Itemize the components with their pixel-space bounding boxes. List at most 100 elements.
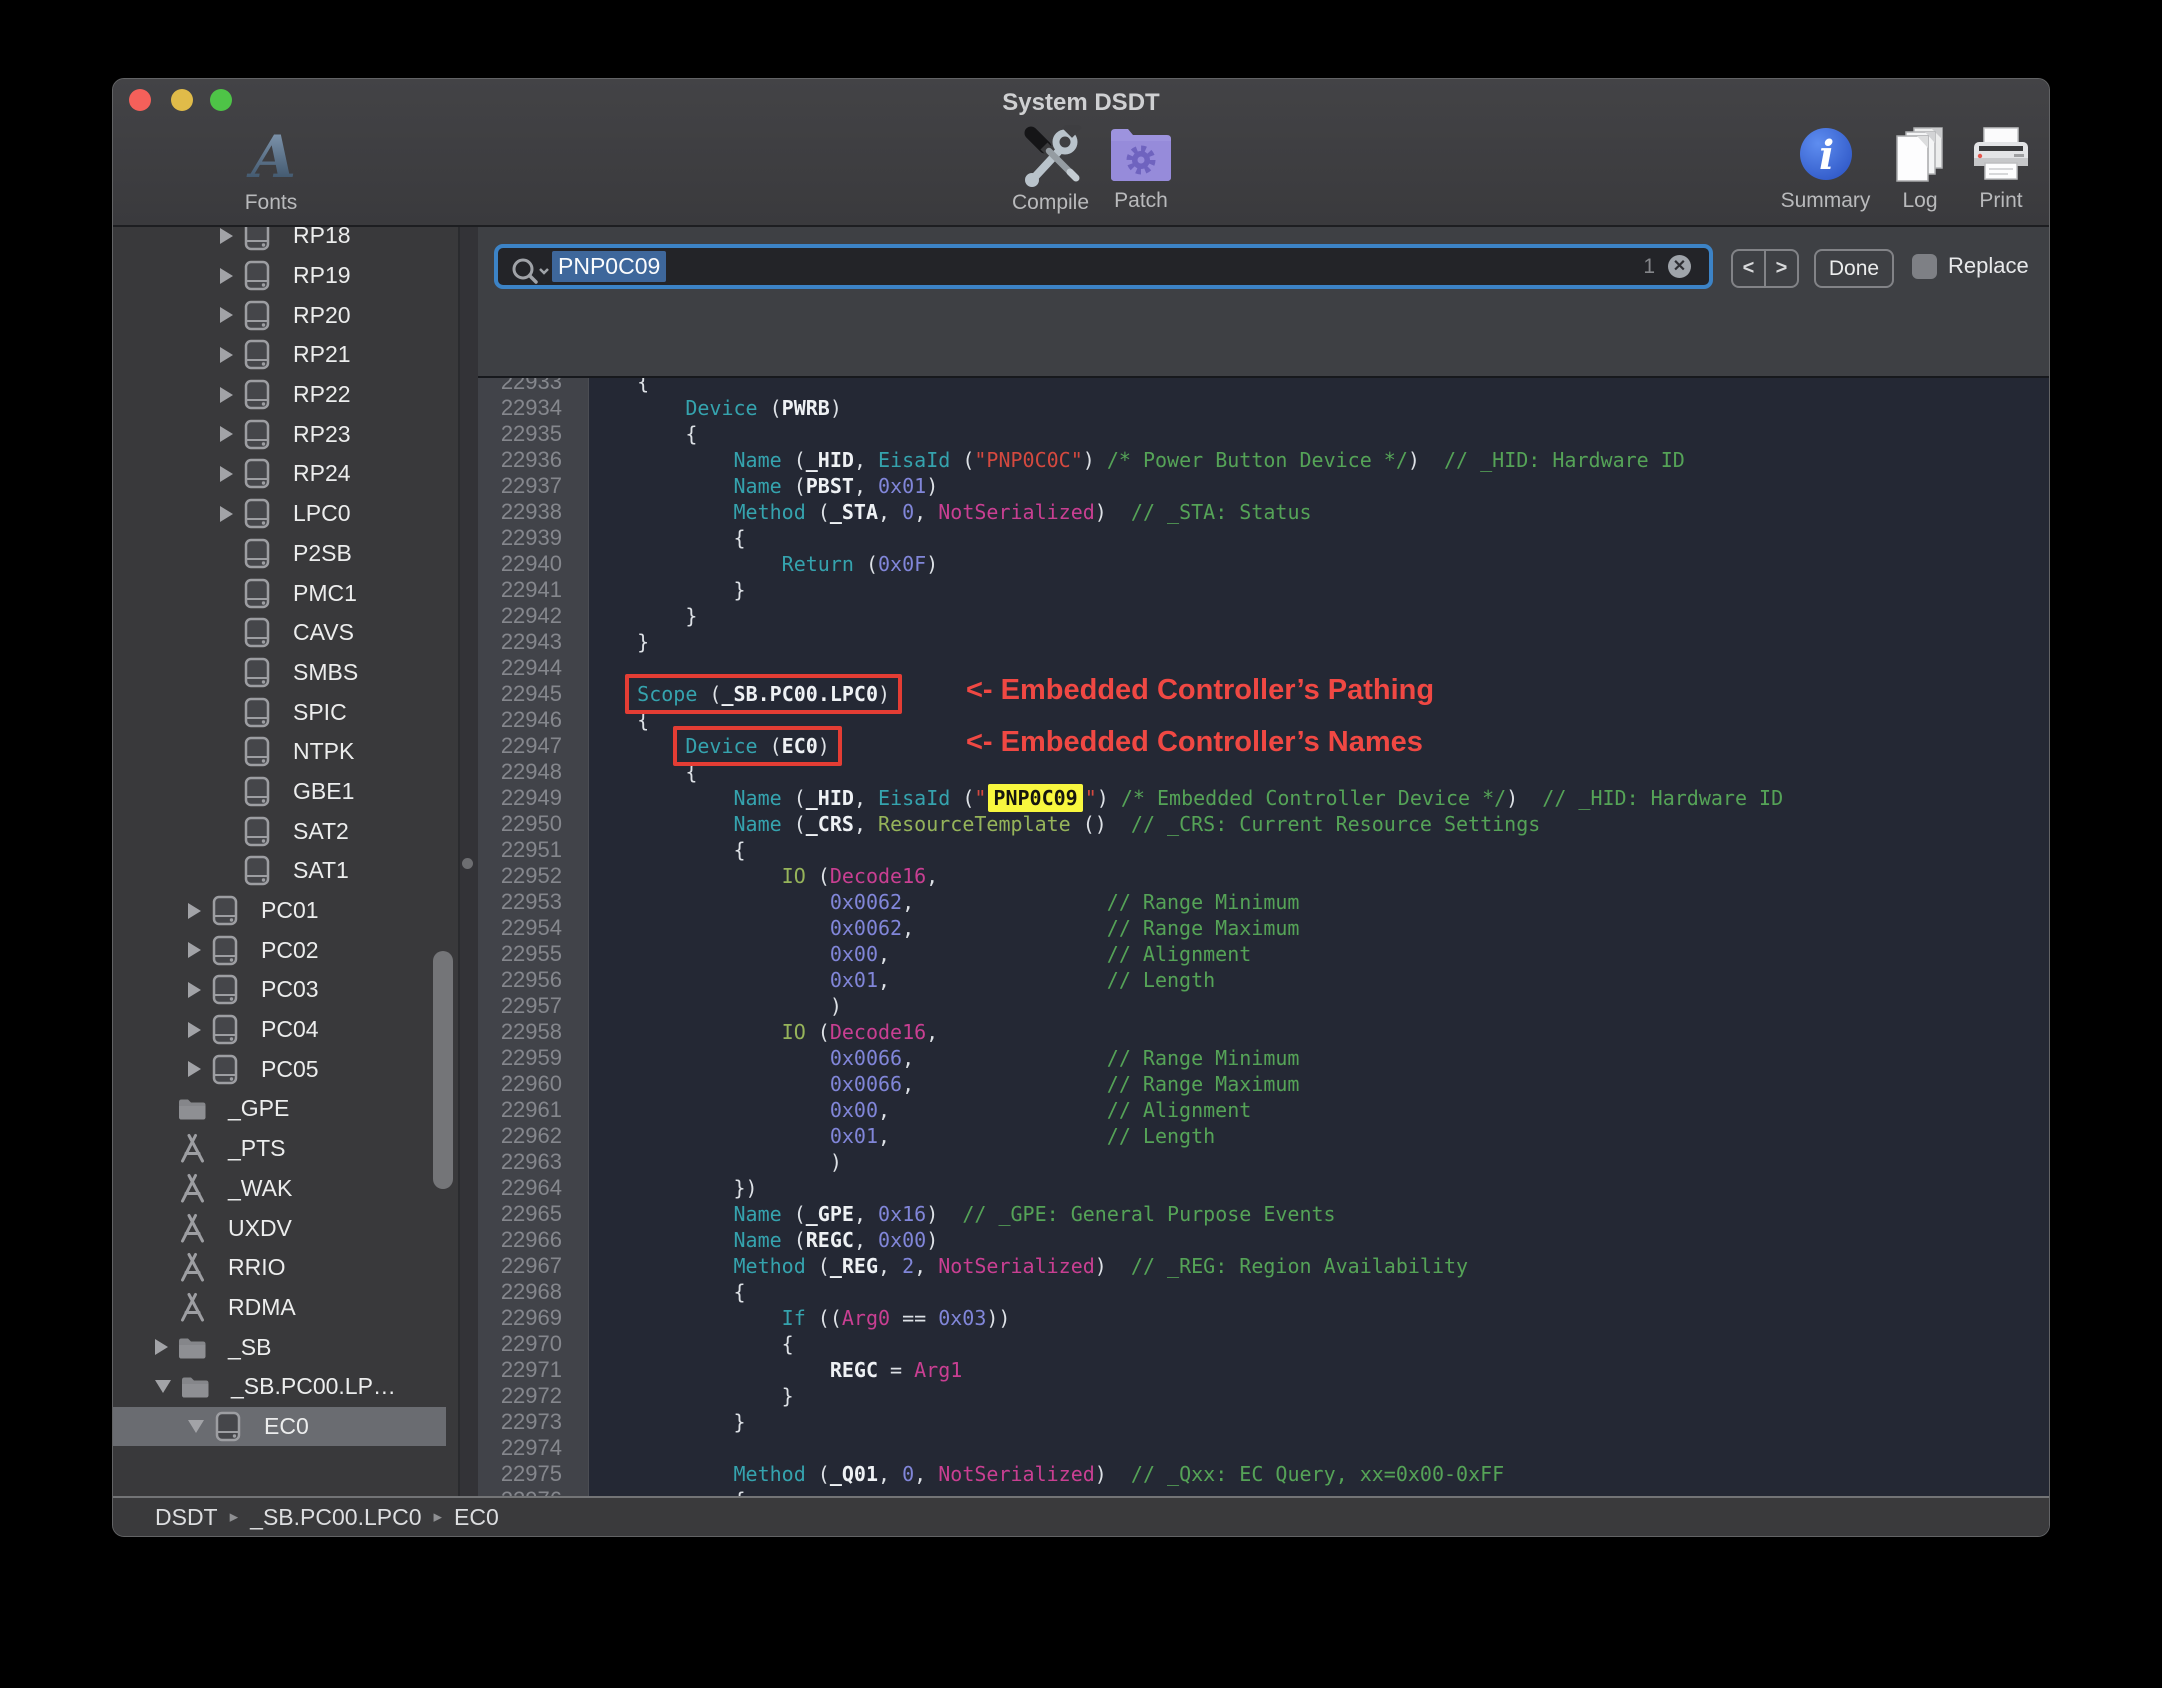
sidebar-item-pts[interactable]: _PTS	[113, 1129, 446, 1169]
device-icon	[242, 227, 272, 251]
disclosure-down-icon[interactable]	[155, 1380, 171, 1394]
fonts-button[interactable]: A Fonts	[231, 125, 311, 215]
disclosure-right-icon[interactable]	[188, 981, 201, 998]
code-token: ,	[902, 890, 1107, 914]
splitter-handle-icon[interactable]	[462, 858, 473, 869]
sidebar-item-rp18[interactable]: RP18	[113, 227, 446, 256]
disclosure-right-icon[interactable]	[220, 465, 233, 482]
search-input[interactable]: PNP0C09 1 ✕	[494, 244, 1713, 289]
disclosure-right-icon[interactable]	[220, 426, 233, 443]
dsdt-tree[interactable]: RP18 RP19 RP20 RP21 RP22 RP23 RP24 LPC0 P2SB PMC1…	[113, 227, 446, 1453]
titlebar-toolbar: System DSDT A Fonts Compile Patch i Summ…	[113, 79, 2049, 227]
tree-item-label: NTPK	[293, 738, 355, 765]
sidebar: RP18 RP19 RP20 RP21 RP22 RP23 RP24 LPC0 P2SB PMC1…	[113, 227, 458, 1498]
log-button[interactable]: Log	[1885, 125, 1955, 213]
sidebar-item-rp24[interactable]: RP24	[113, 454, 446, 494]
breadcrumb-item[interactable]: DSDT	[155, 1504, 218, 1531]
find-previous-button[interactable]: <	[1733, 251, 1766, 286]
sidebar-item-lpc0[interactable]: LPC0	[113, 494, 446, 534]
line-number: 22951	[478, 837, 589, 863]
disclosure-right-icon[interactable]	[188, 1061, 201, 1078]
code-editor[interactable]: 22933 {22934 Device (PWRB) 22935 {22936 N…	[478, 378, 2049, 1536]
sidebar-item-sat2[interactable]: SAT2	[113, 811, 446, 851]
sidebar-item-sbpc00lp[interactable]: _SB.PC00.LP…	[113, 1367, 446, 1407]
sidebar-item-rp22[interactable]: RP22	[113, 375, 446, 415]
replace-checkbox[interactable]	[1912, 254, 1937, 279]
sidebar-item-gbe1[interactable]: GBE1	[113, 772, 446, 812]
tree-item-label: _WAK	[228, 1174, 293, 1201]
disclosure-right-icon[interactable]	[220, 346, 233, 363]
code-token: }	[589, 1410, 746, 1434]
code-token: REGC	[829, 1358, 878, 1382]
device-icon	[210, 935, 240, 965]
disclosure-right-icon[interactable]	[155, 1339, 168, 1356]
sidebar-item-spic[interactable]: SPIC	[113, 692, 446, 732]
breadcrumb-item[interactable]: _SB.PC00.LPC0	[250, 1504, 421, 1531]
tree-item-label: _PTS	[228, 1135, 286, 1162]
sidebar-item-ec0[interactable]: EC0	[113, 1406, 446, 1447]
summary-button[interactable]: i Summary	[1773, 125, 1878, 213]
compile-button[interactable]: Compile	[1003, 125, 1098, 215]
patch-folder-icon	[1111, 129, 1171, 181]
code-token: )	[1082, 448, 1107, 472]
find-next-button[interactable]: >	[1766, 251, 1797, 286]
sidebar-item-pmc1[interactable]: PMC1	[113, 573, 446, 613]
disclosure-right-icon[interactable]	[220, 267, 233, 284]
sidebar-item-rp23[interactable]: RP23	[113, 414, 446, 454]
sidebar-item-pc05[interactable]: PC05	[113, 1049, 446, 1089]
code-token: {	[589, 526, 746, 550]
code-text: REGC = Arg1	[589, 1357, 2049, 1383]
sidebar-item-rdma[interactable]: RDMA	[113, 1288, 446, 1328]
patch-button[interactable]: Patch	[1098, 125, 1184, 213]
sidebar-item-pc01[interactable]: PC01	[113, 891, 446, 931]
sidebar-item-rp20[interactable]: RP20	[113, 295, 446, 335]
sidebar-item-sat1[interactable]: SAT1	[113, 851, 446, 891]
device-icon	[210, 895, 240, 926]
disclosure-right-icon[interactable]	[188, 1021, 201, 1038]
code-text: )	[589, 993, 2049, 1019]
sidebar-item-smbs[interactable]: SMBS	[113, 653, 446, 693]
code-token: // Length	[1106, 1124, 1216, 1148]
line-number: 22954	[478, 915, 589, 941]
sidebar-item-rp21[interactable]: RP21	[113, 335, 446, 375]
sidebar-item-cavs[interactable]: CAVS	[113, 613, 446, 653]
line-number: 22972	[478, 1383, 589, 1409]
sidebar-item-uxdv[interactable]: UXDV	[113, 1208, 446, 1248]
sidebar-item-wak[interactable]: _WAK	[113, 1169, 446, 1209]
line-number: 22968	[478, 1279, 589, 1305]
code-text: Name (REGC, 0x00)	[589, 1227, 2049, 1253]
sidebar-item-rrio[interactable]: RRIO	[113, 1248, 446, 1288]
disclosure-down-icon[interactable]	[188, 1419, 204, 1433]
line-number: 22955	[478, 941, 589, 967]
sidebar-item-sb[interactable]: _SB	[113, 1327, 446, 1367]
sidebar-item-p2sb[interactable]: P2SB	[113, 534, 446, 574]
code-token: }	[589, 1384, 794, 1408]
code-token: Name	[733, 812, 782, 836]
disclosure-right-icon[interactable]	[188, 942, 201, 959]
sidebar-item-pc03[interactable]: PC03	[113, 970, 446, 1010]
device-icon	[210, 1014, 240, 1045]
print-button[interactable]: Print	[1961, 125, 2041, 213]
sidebar-scrollbar[interactable]	[433, 951, 453, 1189]
disclosure-right-icon[interactable]	[220, 307, 233, 324]
code-text: }	[589, 1409, 2049, 1435]
sidebar-item-ntpk[interactable]: NTPK	[113, 732, 446, 772]
sidebar-item-rp19[interactable]: RP19	[113, 256, 446, 296]
done-button[interactable]: Done	[1814, 249, 1894, 288]
sidebar-item-pc04[interactable]: PC04	[113, 1010, 446, 1050]
sidebar-item-pc02[interactable]: PC02	[113, 930, 446, 970]
line-number: 22940	[478, 551, 589, 577]
breadcrumb-item[interactable]: EC0	[454, 1504, 499, 1531]
sidebar-item-gpe[interactable]: _GPE	[113, 1089, 446, 1129]
code-token: // _CRS: Current Resource Settings	[1130, 812, 1541, 836]
clear-search-icon[interactable]: ✕	[1668, 255, 1691, 278]
disclosure-right-icon[interactable]	[188, 902, 201, 919]
code-line: 22971 REGC = Arg1	[478, 1357, 2049, 1383]
disclosure-right-icon[interactable]	[220, 386, 233, 403]
code-line: 22962 0x01, // Length	[478, 1123, 2049, 1149]
code-line: 22968 {	[478, 1279, 2049, 1305]
disclosure-right-icon[interactable]	[220, 505, 233, 522]
code-token: If	[781, 1306, 806, 1330]
disclosure-right-icon[interactable]	[220, 227, 233, 244]
